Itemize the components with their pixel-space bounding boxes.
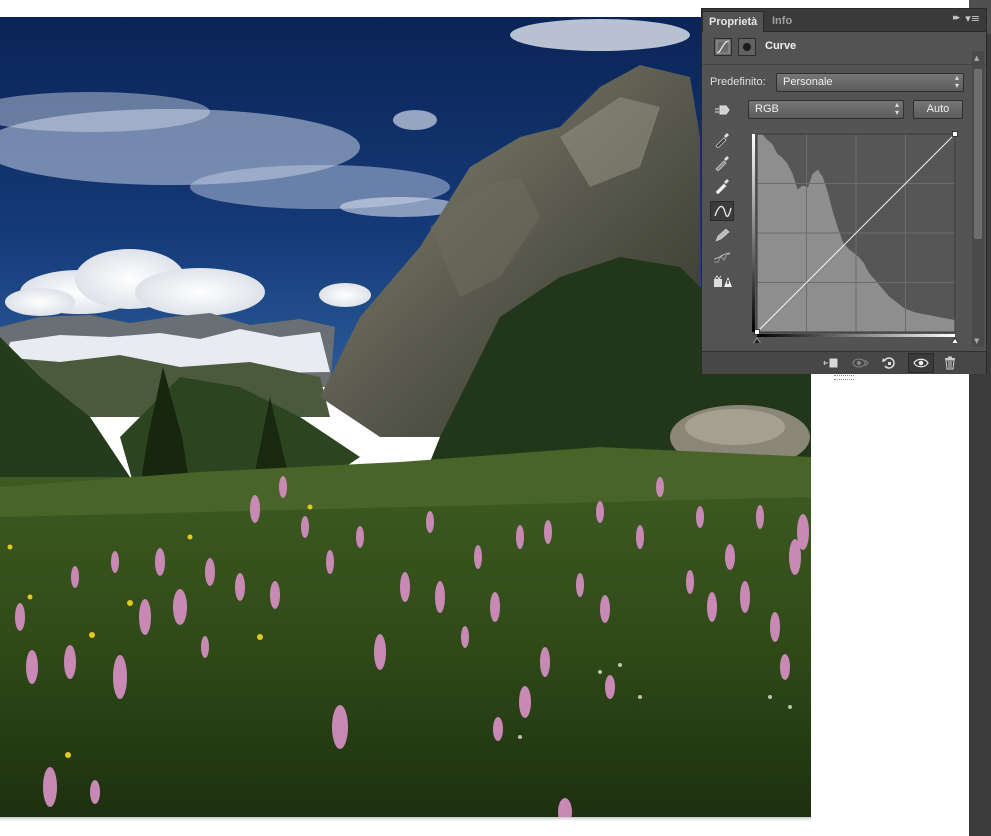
adjustment-header <box>702 32 986 65</box>
dropdown-arrows-icon: ▴ ▾ <box>894 100 899 117</box>
panel-menu-icon[interactable]: ▾≡ <box>965 12 980 25</box>
panel-tab-bar: Proprietà Info ▸▸ ▾≡ <box>702 9 986 32</box>
clip-to-layer-icon[interactable] <box>822 355 839 371</box>
channel-dropdown[interactable]: RGB ▴ ▾ <box>748 100 904 119</box>
scroll-up-icon[interactable]: ▲ <box>974 54 979 62</box>
adjustment-title: Curve <box>765 40 797 52</box>
white-point-eyedropper-icon[interactable] <box>710 176 734 196</box>
curve-point-tool-icon[interactable] <box>710 201 734 221</box>
curves-graph[interactable] <box>752 129 958 343</box>
canvas-shadow <box>0 817 811 821</box>
curve-point-handle <box>754 329 760 335</box>
visibility-eye-icon[interactable] <box>908 353 934 373</box>
auto-button[interactable]: Auto <box>913 100 963 119</box>
input-gradient-bar <box>757 334 955 337</box>
curve-chart[interactable] <box>752 129 958 343</box>
properties-panel: Proprietà Info ▸▸ ▾≡ Curve Predefinito: … <box>701 8 987 380</box>
clipping-warning-icon[interactable] <box>710 271 734 291</box>
tab-info[interactable]: Info <box>766 11 798 31</box>
reset-icon[interactable] <box>881 355 897 371</box>
output-gradient-bar <box>752 134 755 332</box>
panel-resize-grip[interactable] <box>834 375 854 380</box>
document-canvas[interactable] <box>0 17 811 817</box>
landscape-photo <box>0 17 811 817</box>
tab-properties[interactable]: Proprietà <box>702 11 765 32</box>
trash-icon[interactable] <box>942 355 958 371</box>
panel-bottom-bar <box>702 351 986 374</box>
pencil-draw-icon[interactable] <box>710 225 734 245</box>
smooth-curve-icon[interactable] <box>710 248 734 268</box>
preset-value: Personale <box>783 76 833 88</box>
curve-point-handle <box>952 131 958 137</box>
channel-value: RGB <box>755 103 779 115</box>
gray-point-eyedropper-icon[interactable] <box>710 153 734 173</box>
layer-mask-icon[interactable] <box>738 38 756 56</box>
preset-label: Predefinito: <box>710 76 766 88</box>
scroll-down-icon[interactable]: ▼ <box>974 337 979 345</box>
on-image-adjust-icon[interactable] <box>710 100 734 120</box>
curves-adjustment-icon[interactable] <box>714 38 732 56</box>
panel-scrollbar[interactable]: ▲ ▼ <box>972 51 984 347</box>
dropdown-arrows-icon: ▴ ▾ <box>954 73 959 90</box>
preset-dropdown[interactable]: Personale ▴ ▾ <box>776 73 964 92</box>
black-point-eyedropper-icon[interactable] <box>710 130 734 150</box>
view-previous-state-icon[interactable] <box>851 355 869 371</box>
white-point-slider <box>951 337 958 343</box>
collapse-panel-icon[interactable]: ▸▸ <box>953 13 960 23</box>
scroll-thumb[interactable] <box>974 69 982 239</box>
black-point-slider <box>753 337 761 343</box>
